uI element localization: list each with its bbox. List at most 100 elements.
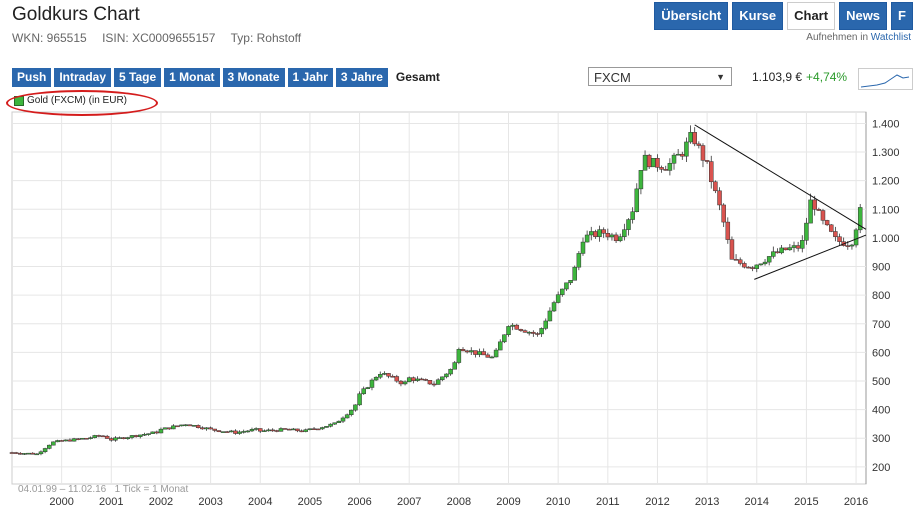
y-tick-label: 1.000 (872, 233, 900, 245)
y-tick-label: 1.400 (872, 118, 900, 130)
candle-up (560, 288, 565, 295)
candle-up (543, 320, 548, 329)
candle-up (493, 349, 499, 358)
candle-down (295, 428, 300, 432)
candle-down (233, 430, 238, 434)
candle-down (704, 160, 710, 162)
candle-down (481, 351, 486, 356)
candle-up (787, 247, 793, 251)
candle-up (791, 245, 797, 248)
candle-up (22, 453, 27, 455)
candle-down (212, 428, 217, 431)
candle-up (489, 356, 495, 359)
footer-range: 04.01.99 – 11.02.16 (18, 484, 107, 495)
candle-up (142, 434, 147, 436)
candle-down (200, 427, 205, 430)
candle-down (258, 428, 263, 432)
candle-up (415, 378, 420, 381)
candle-up (253, 428, 259, 430)
candle-up (377, 374, 383, 378)
candle-down (431, 383, 437, 386)
candle-up (320, 427, 325, 430)
candle-down (84, 438, 89, 440)
candle-up (642, 154, 648, 171)
candle-up (688, 132, 693, 143)
candle-down (522, 330, 528, 333)
candle-up (324, 426, 329, 428)
candle-up (456, 349, 462, 363)
candle-up (162, 427, 168, 430)
candle-up (477, 351, 482, 355)
candle-up (597, 229, 602, 237)
candle-up (336, 420, 342, 423)
gold-price-chart: 200 300 400 500 600 700 800 900 1.000 1.100 1.200 1… (9, 111, 900, 508)
candle-up (171, 425, 176, 430)
candle-up (291, 428, 296, 431)
candle-down (394, 376, 400, 382)
candle-up (584, 234, 590, 243)
candle-up (361, 388, 366, 395)
y-tick-label: 900 (872, 262, 890, 274)
annotation-circle (6, 90, 158, 116)
candle-up (766, 256, 772, 263)
candle-down (274, 430, 280, 432)
x-tick-label: 2005 (298, 496, 322, 508)
candle-down (737, 259, 743, 264)
x-tick-label: 2003 (198, 496, 222, 508)
candle-down (816, 209, 822, 211)
candle-up (51, 441, 56, 446)
candle-down (742, 263, 747, 268)
candle-up (138, 434, 143, 437)
candle-up (204, 427, 209, 430)
candle-up (26, 452, 31, 455)
candle-down (154, 431, 160, 434)
candle-down (9, 452, 15, 454)
candle-down (464, 350, 470, 353)
candle-up (771, 251, 776, 257)
candle-down (427, 380, 433, 385)
candle-down (311, 428, 317, 430)
candle-up (576, 253, 582, 268)
candle-up (117, 437, 122, 439)
candle-up (42, 448, 48, 453)
x-tick-label: 2014 (745, 496, 769, 508)
candle-down (423, 379, 429, 381)
candle-up (622, 229, 627, 237)
candle-down (700, 145, 706, 161)
candle-down (783, 247, 788, 251)
candle-up (551, 302, 557, 312)
candle-down (717, 190, 722, 206)
candle-down (96, 435, 102, 437)
candle-up (179, 424, 184, 427)
candle-down (659, 167, 664, 170)
candle-down (286, 428, 292, 431)
candle-down (828, 224, 834, 232)
candle-down (390, 375, 395, 378)
candle-down (696, 143, 702, 146)
candle-up (249, 429, 255, 432)
candle-up (125, 437, 131, 439)
candle-down (613, 234, 619, 242)
x-tick-label: 2001 (99, 496, 123, 508)
candle-up (365, 387, 371, 389)
x-tick-label: 2011 (596, 496, 620, 508)
candle-down (121, 437, 126, 439)
candle-up (435, 379, 441, 385)
candle-up (38, 451, 44, 455)
candle-down (109, 438, 114, 441)
candle-down (795, 245, 801, 249)
candle-up (406, 377, 412, 383)
candle-up (580, 241, 586, 254)
y-tick-label: 500 (872, 376, 890, 388)
candle-down (514, 324, 520, 330)
candle-up (402, 381, 408, 385)
candle-up (667, 163, 673, 171)
candle-up (373, 376, 379, 381)
candle-up (332, 422, 337, 425)
candle-up (46, 444, 52, 449)
candle-down (812, 199, 817, 210)
candle-down (709, 161, 714, 183)
x-tick-label: 2015 (794, 496, 818, 508)
candle-up (191, 425, 197, 427)
candle-down (18, 453, 23, 455)
